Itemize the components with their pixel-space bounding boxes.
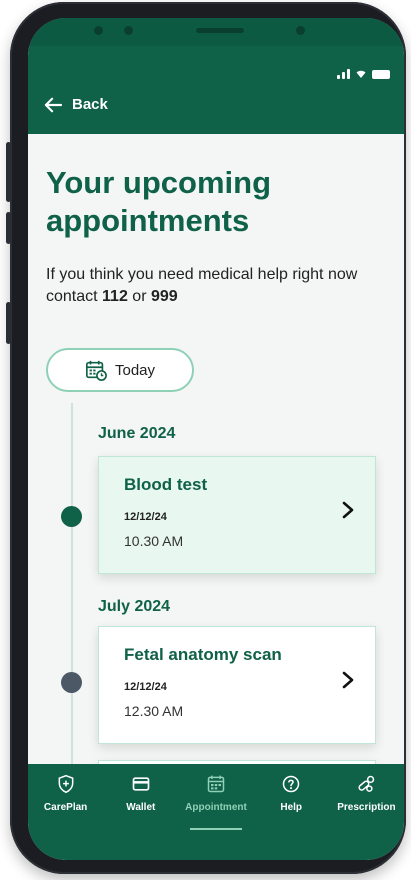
chevron-right-icon bbox=[342, 671, 354, 689]
month-heading: June 2024 bbox=[98, 425, 176, 442]
timeline-dot bbox=[61, 672, 82, 693]
appointment-card[interactable]: Blood test 12/12/24 10.30 AM bbox=[98, 456, 376, 574]
battery-icon bbox=[372, 69, 390, 79]
card-icon bbox=[132, 777, 150, 791]
emergency-note-text: If you think you need medical help right… bbox=[46, 266, 358, 305]
appointment-title: Blood test bbox=[124, 475, 208, 494]
volume-button bbox=[6, 142, 11, 202]
phone-number-2: 999 bbox=[150, 288, 178, 305]
help-icon bbox=[282, 775, 300, 793]
nav-item-careplan[interactable]: CarePlan bbox=[28, 764, 103, 834]
chevron-right-icon bbox=[342, 501, 354, 519]
power-button bbox=[6, 212, 11, 244]
appointment-time: 10.30 AM bbox=[124, 533, 184, 549]
arrow-left-icon bbox=[44, 97, 62, 112]
appointment-title: Fetal anatomy scan bbox=[124, 645, 282, 664]
speaker-grille bbox=[196, 28, 244, 33]
notch-area bbox=[28, 18, 404, 46]
app-screen: Back Your upcoming appointments If you t… bbox=[28, 18, 404, 860]
sensor-dot bbox=[124, 26, 133, 35]
home-indicator-area bbox=[28, 834, 404, 860]
nav-item-appointment[interactable]: Appointment bbox=[178, 764, 253, 834]
signal-icon bbox=[337, 69, 350, 79]
calendar-clock-icon bbox=[85, 360, 107, 381]
appointment-date: 12/12/24 bbox=[124, 511, 167, 523]
emergency-note: If you think you need medical help right… bbox=[46, 264, 396, 308]
wifi-icon bbox=[356, 70, 366, 78]
timeline-dot-active bbox=[61, 506, 82, 527]
nav-label-careplan: CarePlan bbox=[43, 802, 88, 813]
calendar-icon bbox=[207, 775, 225, 793]
appointment-card[interactable]: Fetal anatomy scan 12/12/24 12.30 AM bbox=[98, 626, 376, 744]
month-heading: July 2024 bbox=[98, 598, 171, 615]
side-button bbox=[6, 302, 11, 344]
page-title: Your upcoming appointments bbox=[46, 165, 272, 238]
nav-label-wallet: Wallet bbox=[126, 802, 156, 813]
appointment-date: 12/12/24 bbox=[124, 681, 167, 693]
emergency-note-or: or bbox=[127, 288, 151, 305]
nav-item-wallet[interactable]: Wallet bbox=[103, 764, 178, 834]
today-button[interactable]: Today bbox=[46, 348, 194, 392]
nav-label-help: Help bbox=[280, 802, 303, 813]
bottom-navigation: CarePlan Wallet Appointment Help Prescri… bbox=[28, 764, 404, 834]
phone-frame: Back Your upcoming appointments If you t… bbox=[6, 2, 406, 874]
back-label: Back bbox=[72, 96, 108, 113]
nav-label-appointment: Appointment bbox=[185, 802, 247, 813]
phone-number-1: 112 bbox=[102, 288, 128, 305]
today-label: Today bbox=[114, 361, 156, 379]
nav-label-prescription: Prescription bbox=[337, 802, 396, 813]
nav-item-help[interactable]: Help bbox=[254, 764, 329, 834]
nav-item-prescription[interactable]: Prescription bbox=[329, 764, 404, 834]
back-button[interactable]: Back bbox=[44, 96, 108, 113]
appointment-time: 12.30 AM bbox=[124, 703, 184, 719]
app-header: Back bbox=[28, 18, 404, 134]
pills-icon bbox=[358, 775, 375, 792]
status-bar-icons bbox=[337, 68, 390, 80]
camera-dot bbox=[94, 26, 103, 35]
front-camera bbox=[296, 26, 305, 35]
shield-plus-icon bbox=[58, 774, 74, 794]
